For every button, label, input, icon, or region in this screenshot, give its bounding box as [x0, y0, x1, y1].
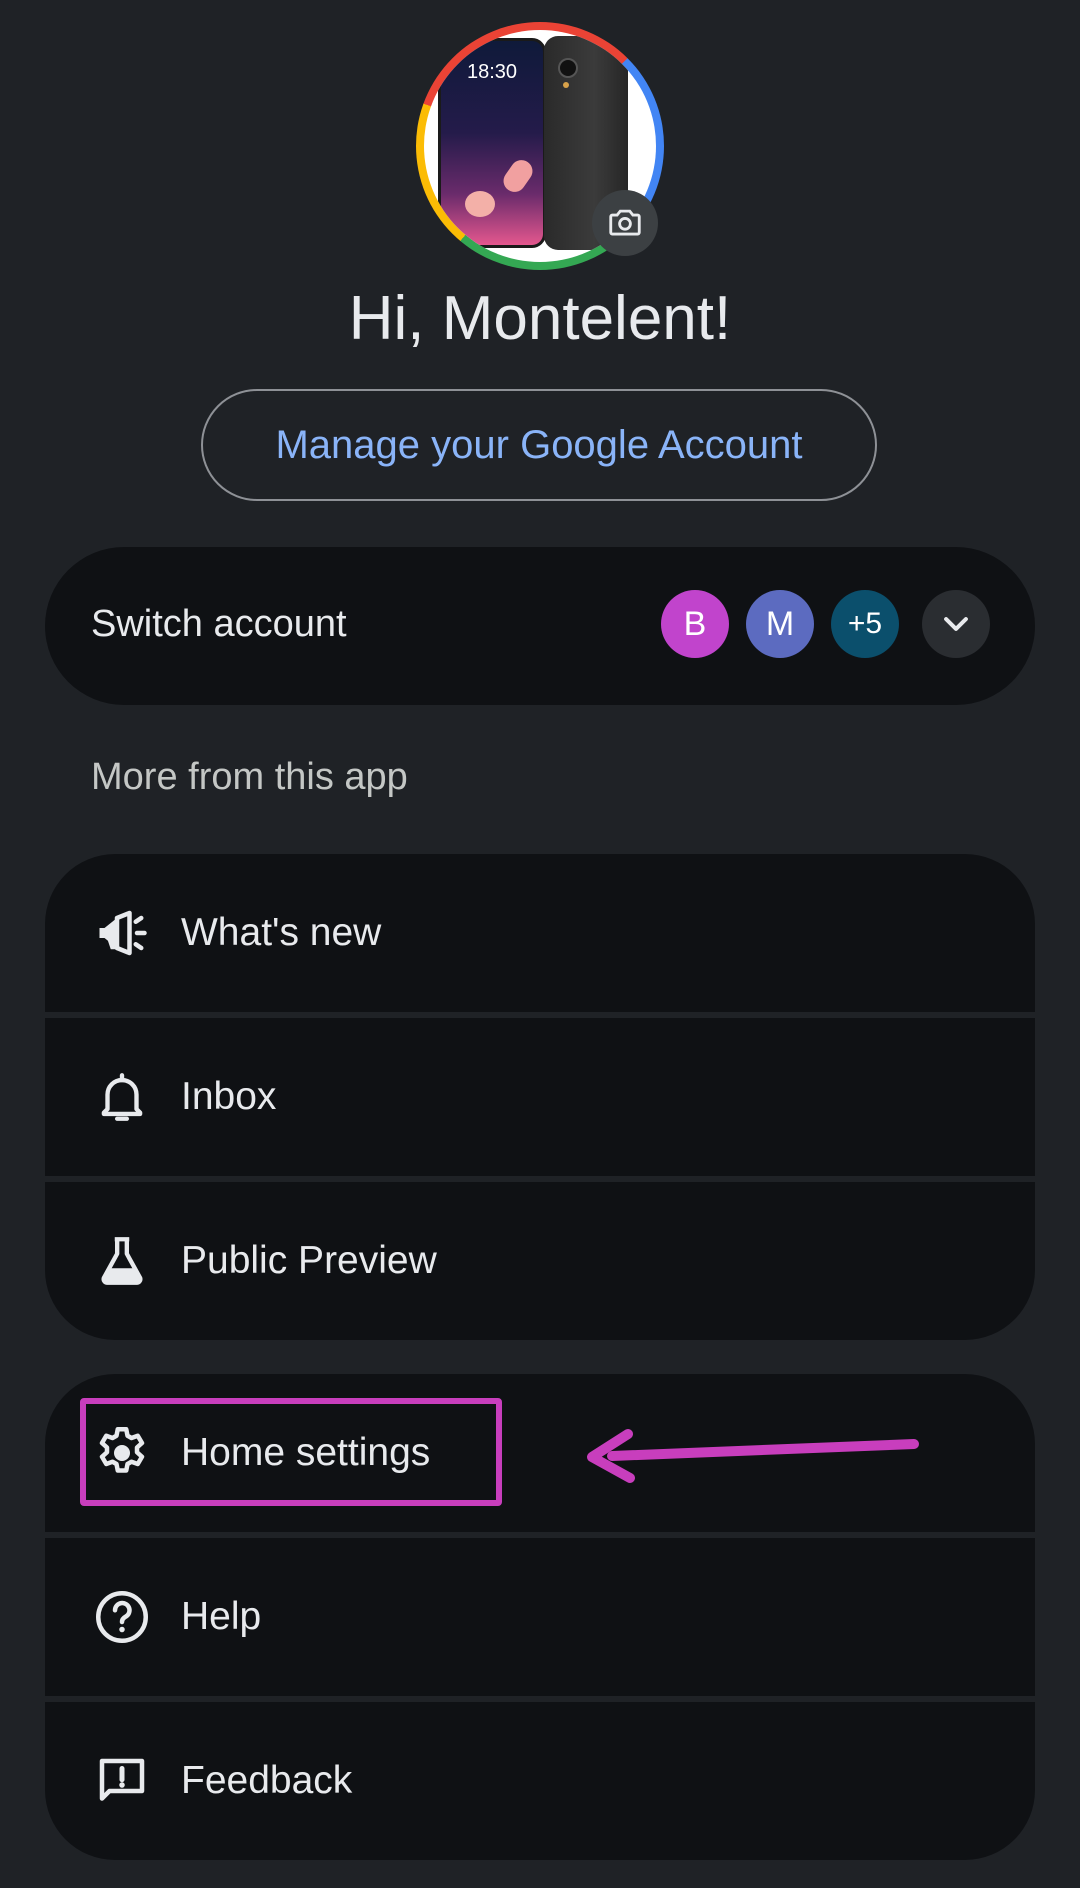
- switch-account-label: Switch account: [91, 603, 347, 645]
- menu-item-feedback[interactable]: Feedback: [45, 1702, 1035, 1860]
- flask-icon: [91, 1230, 153, 1292]
- profile-avatar[interactable]: 18:30: [416, 22, 664, 270]
- more-accounts-badge[interactable]: +5: [831, 590, 899, 658]
- greeting-title: Hi, Montelent!: [348, 284, 732, 353]
- menu-item-public-preview[interactable]: Public Preview: [45, 1182, 1035, 1340]
- menu-item-label: Home settings: [181, 1431, 431, 1474]
- feedback-icon: [91, 1750, 153, 1812]
- change-photo-button[interactable]: [592, 190, 658, 256]
- bell-icon: [91, 1066, 153, 1128]
- camera-icon: [609, 209, 641, 236]
- menu-item-label: Inbox: [181, 1075, 277, 1118]
- avatar-clock: 18:30: [466, 61, 518, 83]
- menu-item-inbox[interactable]: Inbox: [45, 1018, 1035, 1176]
- section-title: More from this app: [91, 756, 408, 798]
- menu-group-app: What's new Inbox Public Preview: [45, 854, 1035, 1340]
- account-avatar-m[interactable]: M: [746, 590, 814, 658]
- menu-item-label: What's new: [181, 911, 382, 954]
- menu-item-whats-new[interactable]: What's new: [45, 854, 1035, 1012]
- menu-item-label: Help: [181, 1595, 262, 1638]
- gear-icon: [91, 1422, 153, 1484]
- account-avatar-b[interactable]: B: [661, 590, 729, 658]
- switch-account-row[interactable]: Switch account B M +5: [45, 547, 1035, 705]
- help-circle-icon: [91, 1586, 153, 1648]
- menu-item-label: Public Preview: [181, 1239, 437, 1282]
- phone-front-image: 18:30: [438, 38, 546, 248]
- menu-item-label: Feedback: [181, 1759, 353, 1802]
- manage-account-button[interactable]: Manage your Google Account: [201, 389, 877, 501]
- menu-group-settings: Home settings Help Feedback: [45, 1374, 1035, 1860]
- megaphone-icon: [91, 902, 153, 964]
- menu-item-help[interactable]: Help: [45, 1538, 1035, 1696]
- expand-accounts-button[interactable]: [922, 590, 990, 658]
- menu-item-home-settings[interactable]: Home settings: [45, 1374, 1035, 1532]
- chevron-down-icon: [944, 617, 968, 631]
